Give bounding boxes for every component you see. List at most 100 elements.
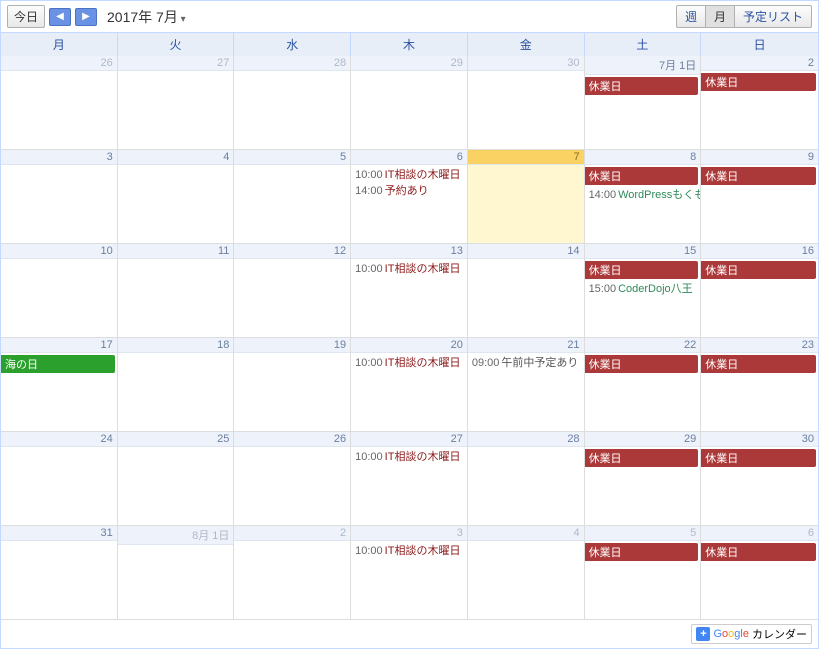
event-timed[interactable]: 10:00IT相談の木曜日 [351, 542, 467, 558]
day-cell[interactable]: 28 [234, 56, 351, 150]
day-cell[interactable]: 3 [1, 150, 118, 244]
event-allday[interactable]: 休業日 [585, 261, 699, 279]
tab-agenda[interactable]: 予定リスト [735, 5, 812, 28]
day-number: 18 [118, 338, 234, 353]
event-time: 15:00 [589, 283, 617, 295]
events-container [118, 353, 234, 355]
day-cell[interactable]: 7 [468, 150, 585, 244]
day-cell[interactable]: 4 [468, 526, 585, 620]
event-allday[interactable]: 休業日 [585, 77, 699, 95]
day-number: 26 [1, 56, 117, 71]
events-container [234, 71, 350, 73]
event-label: CoderDojo八王 [618, 283, 693, 295]
day-cell[interactable]: 2 [234, 526, 351, 620]
day-cell[interactable]: 22休業日 [585, 338, 702, 432]
day-cell[interactable]: 18 [118, 338, 235, 432]
day-cell[interactable]: 6休業日 [701, 526, 818, 620]
event-timed[interactable]: 10:00IT相談の木曜日 [351, 448, 467, 464]
event-timed[interactable]: 10:00IT相談の木曜日 [351, 166, 467, 182]
day-cell[interactable]: 11 [118, 244, 235, 338]
event-timed[interactable]: 10:00IT相談の木曜日 [351, 354, 467, 370]
day-number: 9 [701, 150, 818, 165]
month-title[interactable]: 2017年 7月 [107, 7, 186, 27]
day-cell[interactable]: 25 [118, 432, 235, 526]
event-timed[interactable]: 10:00IT相談の木曜日 [351, 260, 467, 276]
tab-month[interactable]: 月 [706, 5, 735, 28]
day-cell[interactable]: 2010:00IT相談の木曜日 [351, 338, 468, 432]
today-button[interactable]: 今日 [7, 5, 45, 28]
event-allday[interactable]: 休業日 [585, 355, 699, 373]
events-container: 10:00IT相談の木曜日 [351, 259, 467, 277]
day-cell[interactable]: 610:00IT相談の木曜日14:00予約あり [351, 150, 468, 244]
events-container: 10:00IT相談の木曜日 [351, 353, 467, 371]
event-timed[interactable]: 15:00CoderDojo八王 [585, 280, 701, 296]
day-cell[interactable]: 29休業日 [585, 432, 702, 526]
events-container [118, 165, 234, 167]
day-cell[interactable]: 26 [234, 432, 351, 526]
event-timed[interactable]: 14:00予約あり [351, 182, 467, 198]
events-container: 10:00IT相談の木曜日14:00予約あり [351, 165, 467, 199]
event-allday[interactable]: 休業日 [585, 449, 699, 467]
weekday-header: 水 [234, 33, 351, 56]
event-allday[interactable]: 海の日 [1, 355, 115, 373]
event-label: IT相談の木曜日 [385, 169, 461, 181]
day-cell[interactable]: 5 [234, 150, 351, 244]
event-allday[interactable]: 休業日 [701, 167, 816, 185]
event-time: 14:00 [589, 189, 617, 201]
day-cell[interactable]: 8月 1日 [118, 526, 235, 620]
day-cell[interactable]: 8休業日14:00WordPressもくも [585, 150, 702, 244]
google-calendar-badge[interactable]: + Google カレンダー [691, 624, 812, 644]
day-cell[interactable]: 16休業日 [701, 244, 818, 338]
day-cell[interactable]: 24 [1, 432, 118, 526]
day-number: 27 [118, 56, 234, 71]
event-allday[interactable]: 休業日 [585, 167, 699, 185]
event-allday[interactable]: 休業日 [585, 543, 699, 561]
events-container: 休業日 [585, 447, 701, 469]
weekday-header-row: 月火水木金土日 [1, 32, 818, 56]
day-cell[interactable]: 29 [351, 56, 468, 150]
day-cell[interactable]: 2109:00午前中予定あり [468, 338, 585, 432]
day-number: 2 [234, 526, 350, 541]
day-cell[interactable]: 10 [1, 244, 118, 338]
day-cell[interactable]: 9 休業日 [701, 150, 818, 244]
day-number: 3 [351, 526, 467, 541]
event-allday[interactable]: 休業日 [701, 73, 816, 91]
next-button[interactable]: ▶ [75, 8, 97, 26]
event-allday[interactable]: 休業日 [701, 355, 816, 373]
tab-week[interactable]: 週 [676, 5, 706, 28]
events-container [468, 259, 584, 261]
day-cell[interactable]: 15休業日15:00CoderDojo八王 [585, 244, 702, 338]
events-container: 休業日 [701, 165, 818, 187]
event-timed[interactable]: 09:00午前中予定あり [468, 354, 584, 370]
day-cell[interactable]: 27 [118, 56, 235, 150]
day-cell[interactable]: 2休業日 [701, 56, 818, 150]
day-cell[interactable]: 31 [1, 526, 118, 620]
events-container [234, 165, 350, 167]
toolbar: 今日 ◀ ▶ 2017年 7月 週 月 予定リスト [1, 1, 818, 32]
prev-button[interactable]: ◀ [49, 8, 71, 26]
day-cell[interactable]: 5休業日 [585, 526, 702, 620]
events-container [468, 447, 584, 449]
day-cell[interactable]: 19 [234, 338, 351, 432]
day-number: 11 [118, 244, 234, 259]
day-cell[interactable]: 28 [468, 432, 585, 526]
day-cell[interactable]: 12 [234, 244, 351, 338]
day-number: 21 [468, 338, 584, 353]
day-cell[interactable]: 4 [118, 150, 235, 244]
event-allday[interactable]: 休業日 [701, 543, 816, 561]
event-allday[interactable]: 休業日 [701, 449, 816, 467]
events-container [234, 541, 350, 543]
day-cell[interactable]: 26 [1, 56, 118, 150]
day-cell[interactable]: 2710:00IT相談の木曜日 [351, 432, 468, 526]
day-cell[interactable]: 17海の日 [1, 338, 118, 432]
event-allday[interactable]: 休業日 [701, 261, 816, 279]
day-cell[interactable]: 1310:00IT相談の木曜日 [351, 244, 468, 338]
event-time: 10:00 [355, 263, 383, 275]
day-cell[interactable]: 310:00IT相談の木曜日 [351, 526, 468, 620]
day-cell[interactable]: 14 [468, 244, 585, 338]
event-timed[interactable]: 14:00WordPressもくも [585, 186, 701, 202]
day-cell[interactable]: 30 [468, 56, 585, 150]
day-cell[interactable]: 30休業日 [701, 432, 818, 526]
day-cell[interactable]: 7月 1日休業日 [585, 56, 702, 150]
day-cell[interactable]: 23休業日 [701, 338, 818, 432]
